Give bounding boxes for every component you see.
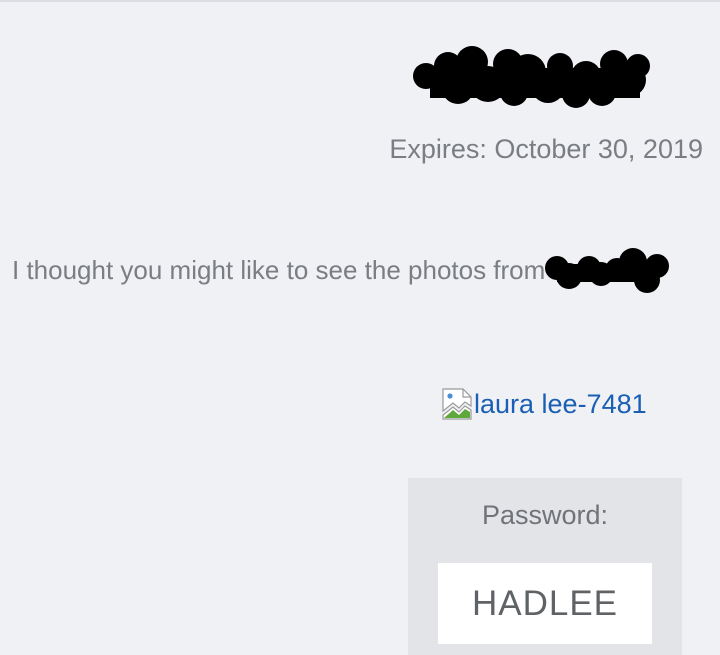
expiration-date: Expires: October 30, 2019 (389, 134, 703, 164)
password-value[interactable]: HADLEE (438, 563, 652, 644)
message-row: I thought you might like to see the phot… (12, 244, 670, 296)
photo-alt-text: laura lee-7481 (474, 389, 647, 419)
password-label: Password: (481, 500, 609, 530)
password-panel: Password: HADLEE (408, 478, 682, 655)
top-divider (0, 0, 720, 2)
broken-image-icon (442, 388, 472, 420)
photo-link[interactable]: laura lee-7481 (441, 388, 647, 420)
message-text: I thought you might like to see the phot… (12, 254, 546, 285)
redacted-event-scribble (545, 248, 670, 293)
redacted-title-scribble (413, 46, 650, 108)
